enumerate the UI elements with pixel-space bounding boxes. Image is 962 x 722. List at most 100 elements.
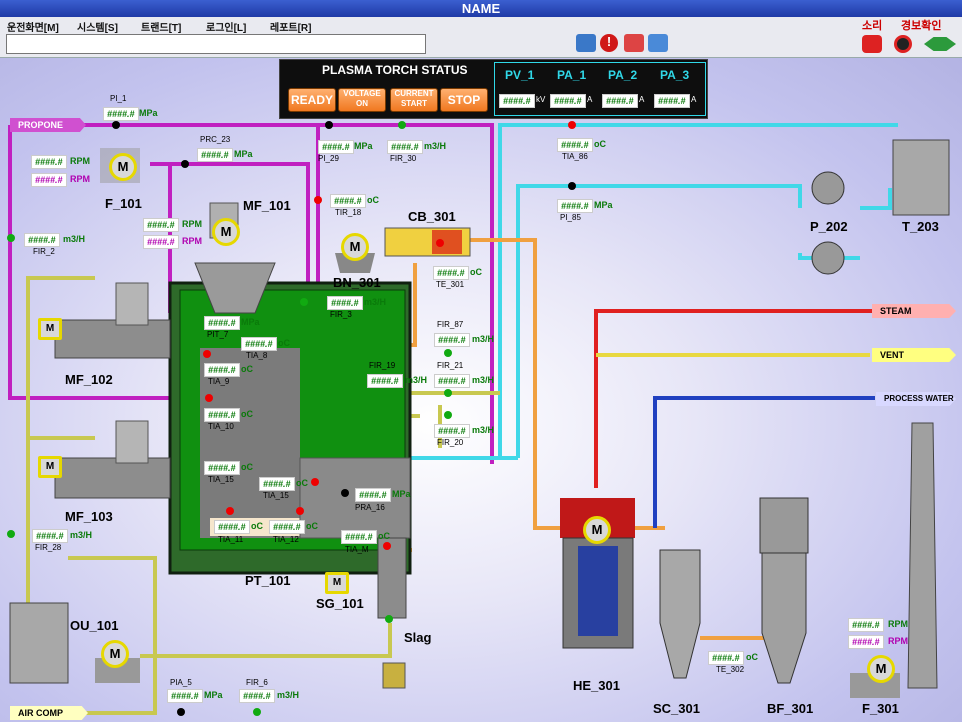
tia10-value: ####.# [204,408,240,422]
fir30-value: ####.# [387,140,423,154]
pra16-value: ####.# [355,488,391,502]
menu-login[interactable]: 로그인[L] [206,19,246,34]
sc301-label: SC_301 [653,701,700,716]
tiam-indicator [383,542,391,550]
te301-value: ####.# [433,266,469,280]
current-start-button[interactable]: CURRENT START [390,88,438,112]
send-icon[interactable] [648,34,668,52]
cyan-supply-pipe [516,184,802,458]
t203-tank [892,139,950,216]
alarm-confirm-label: 경보확인 [901,20,942,32]
fir3-indicator [300,298,308,306]
pia5-indicator [177,708,185,716]
bn301-motor[interactable]: M [341,233,369,261]
he301-label: HE_301 [573,678,620,693]
f101-rpm-value: ####.# [31,155,67,169]
f301-rpm-setpoint: ####.# [848,635,884,649]
tia12-value: ####.# [269,520,305,534]
mf101-rpm-value: ####.# [143,218,179,232]
process-water-stream: PROCESS WATER [876,392,956,406]
pi85-value: ####.# [557,199,593,213]
pi85-indicator [568,182,576,190]
stack [907,422,938,689]
f301-motor[interactable]: M [867,655,895,683]
te301-indicator [436,239,444,247]
pv1-value: ####.# [499,94,535,108]
p202-label: P_202 [810,219,848,234]
fir30-indicator [398,121,406,129]
fir21-indicator [444,389,452,397]
f101-rpm-setpoint: ####.# [31,173,67,187]
command-input[interactable] [6,34,426,54]
mf103-motor[interactable]: M [38,456,62,478]
te302-value: ####.# [708,651,744,665]
sg101-label: SG_101 [316,596,364,611]
pa1-value: ####.# [550,94,586,108]
pia5-value: ####.# [167,689,203,703]
prc23-value: ####.# [197,148,233,162]
screen-icon[interactable] [576,34,596,52]
fir6-indicator [253,708,261,716]
fir2-indicator [7,234,15,242]
mf101-motor[interactable]: M [212,218,240,246]
alarm-confirm-icon[interactable] [894,35,912,53]
tia8-value: ####.# [241,337,277,351]
fir87-indicator [444,349,452,357]
menu-system[interactable]: 시스템[S] [77,19,118,34]
fir2-value: ####.# [24,233,60,247]
tia11-value: ####.# [214,520,250,534]
tia15a-value: ####.# [204,461,240,475]
f301-rpm-value: ####.# [848,618,884,632]
acknowledge-icon[interactable] [924,37,956,51]
sc301-cyclone [659,549,701,679]
mf103-label: MF_103 [65,509,113,524]
fir28-indicator [7,530,15,538]
pa3-header: PA_3 [660,68,690,82]
menu-trend[interactable]: 트랜드[T] [141,19,181,34]
pi29-indicator [325,121,333,129]
fir20-value: ####.# [434,424,470,438]
fir6-value: ####.# [239,689,275,703]
vent-stream: VENT [872,348,956,362]
he301-motor[interactable]: M [583,516,611,544]
alarm-icon[interactable]: ! [600,34,618,52]
f101-motor[interactable]: M [109,153,137,181]
cb301-label: CB_301 [408,209,456,224]
process-canvas: PLASMA TORCH STATUS READY VOLTAGE ON CURR… [0,58,962,722]
mf102-label: MF_102 [65,372,113,387]
mf101-rpm-setpoint: ####.# [143,235,179,249]
menu-operation[interactable]: 운전화면[M] [7,19,59,34]
tir18-indicator [314,196,322,204]
prc23-indicator [181,160,189,168]
menu-report[interactable]: 레포트[R] [270,19,311,34]
slag-label: Slag [404,630,432,645]
cyan-return-pipe [498,123,898,458]
stop-button[interactable]: STOP [440,88,488,112]
pi1-indicator [112,121,120,129]
bf301-filter [761,552,807,684]
fir87-value: ####.# [434,333,470,347]
f301-label: F_301 [862,701,899,716]
pit7-value: ####.# [204,316,240,330]
plasma-torch-status-panel: PLASMA TORCH STATUS READY VOLTAGE ON CURR… [279,59,708,119]
pa1-header: PA_1 [557,68,587,82]
sound-icon[interactable] [862,35,882,53]
mf101-label: MF_101 [243,198,291,213]
f101-label: F_101 [105,196,142,211]
ou101-label: OU_101 [70,618,119,633]
ready-button[interactable]: READY [288,88,336,112]
voltage-on-button[interactable]: VOLTAGE ON [338,88,386,112]
pa3-value: ####.# [654,94,690,108]
window-title: NAME [0,0,962,17]
tia12-indicator [296,507,304,515]
ou101-motor[interactable]: M [101,640,129,668]
edit-icon[interactable] [624,34,644,52]
tia86-indicator [568,121,576,129]
plasma-title: PLASMA TORCH STATUS [322,63,468,77]
pv1-header: PV_1 [505,68,535,82]
sg101-motor[interactable]: M [325,572,349,594]
fir19-value: ####.# [367,374,403,388]
mf102-motor[interactable]: M [38,318,62,340]
slag-pipe [140,623,392,658]
sound-label: 소리 [862,20,883,32]
